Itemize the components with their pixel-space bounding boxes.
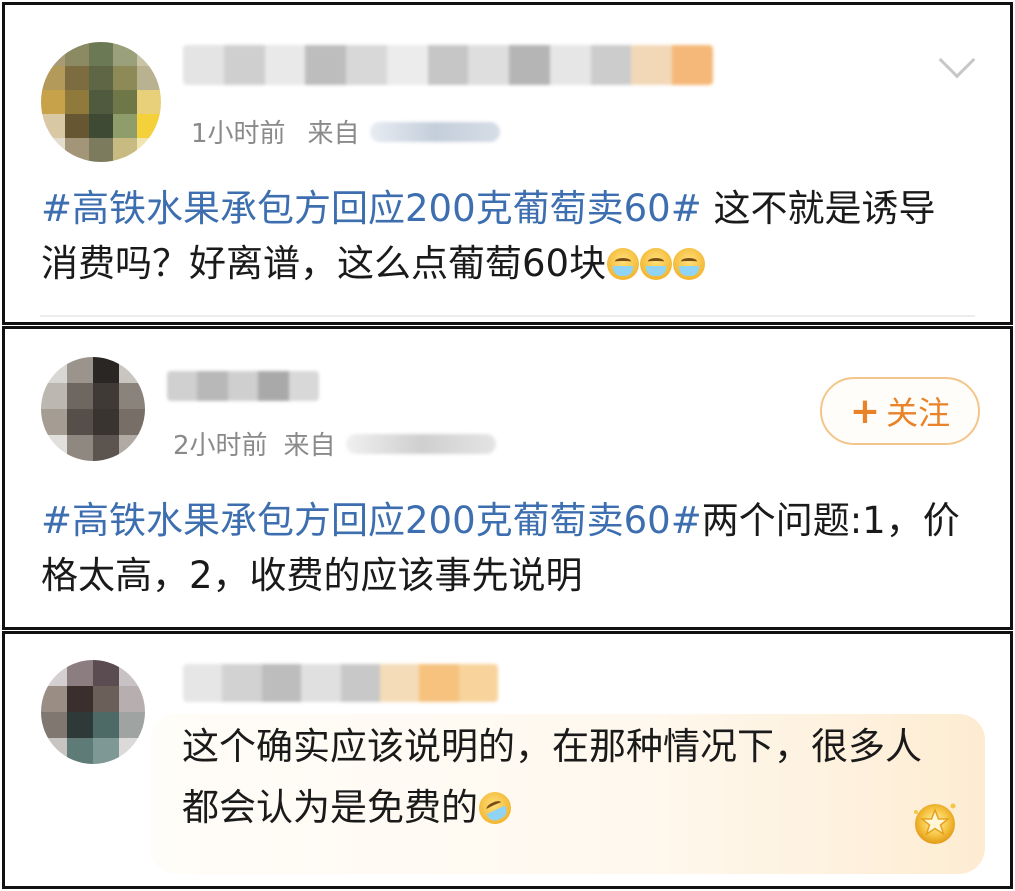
comment-card-3: 这个确实应该说明的，在那种情况下，很多人都会认为是免费的 xyxy=(2,631,1013,889)
avatar[interactable] xyxy=(41,42,161,162)
username-blurred[interactable] xyxy=(183,664,498,702)
avatar[interactable] xyxy=(41,357,145,461)
crying-laughing-emoji-icon xyxy=(607,248,640,280)
topic-link[interactable]: #高铁水果承包方回应200克葡萄卖60# xyxy=(41,187,702,230)
comment-text: #高铁水果承包方回应200克葡萄卖60# 这不就是诱导消费吗？好离谱，这么点葡萄… xyxy=(41,181,961,291)
crying-laughing-emoji-icon xyxy=(673,248,706,280)
timestamp: 2小时前 xyxy=(173,431,268,461)
crying-laughing-emoji-icon xyxy=(640,248,673,280)
chevron-down-icon[interactable] xyxy=(938,41,976,79)
comment-bubble: 这个确实应该说明的，在那种情况下，很多人都会认为是免费的 xyxy=(150,714,985,874)
plus-icon: + xyxy=(849,390,881,432)
avatar[interactable] xyxy=(41,660,145,764)
comment-text: #高铁水果承包方回应200克葡萄卖60#两个问题:1，价格太高，2，收费的应该事… xyxy=(41,493,971,603)
comment-meta: 2小时前 来自 xyxy=(173,425,496,462)
comment-text: 这个确实应该说明的，在那种情况下，很多人都会认为是免费的 xyxy=(182,716,955,838)
source-label: 来自 xyxy=(283,431,336,461)
timestamp: 1小时前 xyxy=(191,119,286,149)
source-label: 来自 xyxy=(307,119,360,149)
username-blurred[interactable] xyxy=(183,45,713,85)
comment-card-2: 2小时前 来自 + 关注 #高铁水果承包方回应200克葡萄卖60#两个问题:1，… xyxy=(2,326,1013,630)
source-blurred xyxy=(369,121,500,142)
source-blurred xyxy=(345,433,496,454)
follow-button[interactable]: + 关注 xyxy=(820,377,980,445)
username-blurred[interactable] xyxy=(167,371,319,401)
comment-body: 这个确实应该说明的，在那种情况下，很多人都会认为是免费的 xyxy=(182,725,922,829)
topic-link[interactable]: #高铁水果承包方回应200克葡萄卖60# xyxy=(41,499,702,542)
comment-card-1: 1小时前 来自 #高铁水果承包方回应200克葡萄卖60# 这不就是诱导消费吗？好… xyxy=(2,2,1013,325)
comment-meta: 1小时前 来自 xyxy=(191,113,500,150)
rolling-laughing-emoji-icon xyxy=(473,786,517,830)
divider xyxy=(40,315,975,317)
gold-star-badge-icon xyxy=(914,803,956,844)
follow-label: 关注 xyxy=(886,394,951,432)
